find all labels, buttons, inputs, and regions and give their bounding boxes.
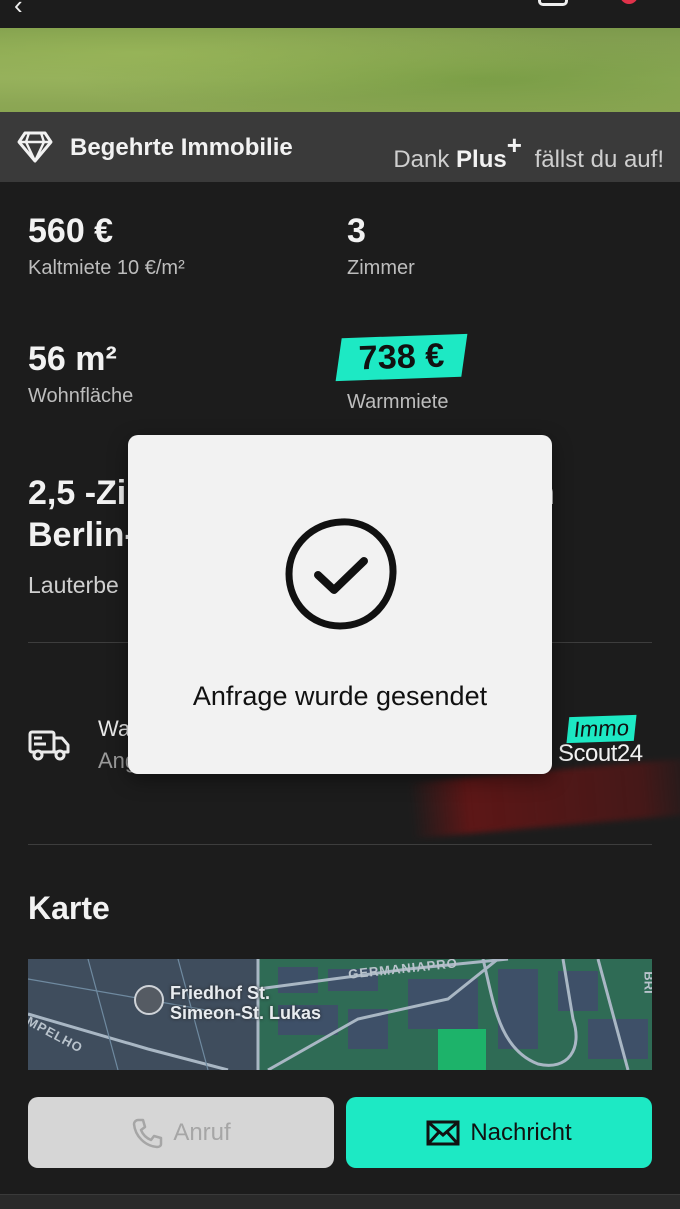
message-button[interactable]: Nachricht — [346, 1097, 652, 1168]
warm-rent-label: Warmmiete — [347, 391, 449, 413]
message-button-label: Nachricht — [470, 1118, 572, 1146]
map-section-title: Karte — [28, 890, 110, 926]
listing-address: Lauterbe — [28, 572, 119, 598]
logo-immo: Immo — [566, 714, 637, 744]
diamond-icon — [17, 131, 53, 163]
share-icon[interactable] — [538, 0, 568, 6]
plus-mark: + — [506, 130, 522, 160]
divider — [28, 844, 652, 845]
area-label: Wohnfläche — [28, 385, 134, 407]
call-button[interactable]: Anruf — [28, 1097, 334, 1168]
truck-icon — [28, 730, 70, 761]
moving-service-title[interactable]: Wa — [98, 716, 130, 742]
envelope-icon — [426, 1120, 460, 1145]
map-street-label: BRI — [641, 971, 652, 994]
fact-warm-rent: 738 € Warmmiete — [335, 333, 468, 414]
plus-banner[interactable]: Begehrte Immobilie Dank Plus+ fällst du … — [0, 112, 680, 182]
call-button-label: Anruf — [173, 1118, 231, 1146]
chevron-left-icon[interactable]: ‹ — [14, 0, 23, 21]
plus-brand: Plus — [456, 146, 507, 173]
fact-rooms: 3 Zimmer — [347, 212, 415, 280]
top-bar: ‹ — [0, 0, 680, 28]
rent-value: 560 € — [28, 212, 114, 250]
phone-icon — [133, 1118, 163, 1148]
area-value: 56 m² — [28, 340, 117, 378]
warm-rent-badge: 738 € — [335, 333, 468, 382]
cemetery-pin-icon — [134, 985, 164, 1015]
map-background — [28, 959, 652, 1070]
listing-photo[interactable] — [0, 28, 680, 112]
rooms-value: 3 — [347, 212, 366, 250]
heart-icon[interactable] — [620, 0, 638, 4]
bottom-strip — [0, 1194, 680, 1209]
checkmark-circle-icon — [285, 518, 397, 630]
warm-rent-value: 738 € — [358, 336, 445, 378]
banner-promo: Dank Plus+ fällst du auf! — [393, 130, 664, 173]
fact-area: 56 m² Wohnfläche — [28, 340, 133, 408]
map-preview[interactable]: Friedhof St. Simeon-St. Lukas GERMANIAPR… — [28, 959, 652, 1070]
confirmation-message: Anfrage wurde gesendet — [192, 681, 488, 711]
confirmation-dialog[interactable]: Anfrage wurde gesendet — [128, 435, 552, 774]
rooms-label: Zimmer — [347, 257, 415, 279]
map-poi-cemetery[interactable]: Friedhof St. Simeon-St. Lukas — [134, 983, 321, 1023]
banner-title: Begehrte Immobilie — [70, 134, 293, 161]
rent-label: Kaltmiete 10 €/m² — [28, 257, 185, 279]
immoscout24-logo: Immo Scout24 — [558, 714, 643, 768]
fact-rent: 560 € Kaltmiete 10 €/m² — [28, 212, 185, 280]
